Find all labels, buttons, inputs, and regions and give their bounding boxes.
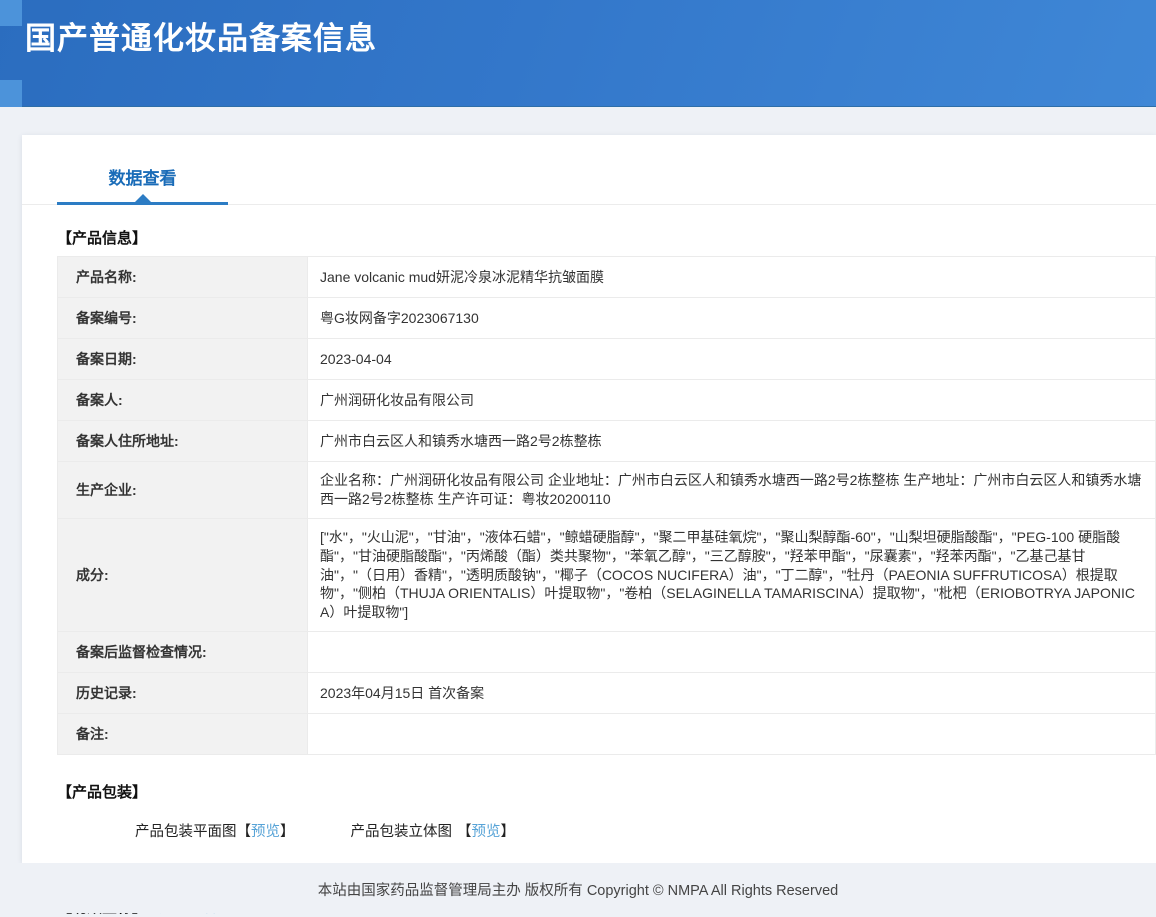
content-card: 数据查看 【产品信息】 产品名称: Jane volcanic mud妍泥冷泉冰… <box>22 135 1156 863</box>
table-row: 备案编号: 粤G妆网备字2023067130 <box>58 298 1156 339</box>
row-value: Jane volcanic mud妍泥冷泉冰泥精华抗皱面膜 <box>308 257 1156 298</box>
row-value: 广州市白云区人和镇秀水塘西一路2号2栋整栋 <box>308 421 1156 462</box>
row-label: 生产企业: <box>58 462 308 519</box>
header-decor-square-bottom <box>0 80 22 107</box>
product-info-table: 产品名称: Jane volcanic mud妍泥冷泉冰泥精华抗皱面膜 备案编号… <box>57 256 1156 755</box>
row-label: 备案后监督检查情况: <box>58 632 308 673</box>
row-value: 企业名称：广州润研化妆品有限公司 企业地址：广州市白云区人和镇秀水塘西一路2号2… <box>308 462 1156 519</box>
bracket-open: 【 <box>237 824 252 840</box>
table-row: 历史记录: 2023年04月15日 首次备案 <box>58 673 1156 714</box>
table-row: 备案人: 广州润研化妆品有限公司 <box>58 380 1156 421</box>
row-value: ["水"，"火山泥"，"甘油"，"液体石蜡"，"鲸蜡硬脂醇"，"聚二甲基硅氧烷"… <box>308 518 1156 631</box>
table-row: 备案人住所地址: 广州市白云区人和镇秀水塘西一路2号2栋整栋 <box>58 421 1156 462</box>
header-decor-square-top <box>0 0 22 26</box>
row-value <box>308 714 1156 755</box>
table-row: 生产企业: 企业名称：广州润研化妆品有限公司 企业地址：广州市白云区人和镇秀水塘… <box>58 462 1156 519</box>
row-label: 备注: <box>58 714 308 755</box>
row-value: 粤G妆网备字2023067130 <box>308 298 1156 339</box>
row-value: 2023-04-04 <box>308 339 1156 380</box>
bracket-close: 】 <box>280 824 295 840</box>
row-label: 产品名称: <box>58 257 308 298</box>
row-label: 成分: <box>58 518 308 631</box>
row-label: 备案人住所地址: <box>58 421 308 462</box>
bracket-open: 【 <box>457 824 472 840</box>
table-row: 成分: ["水"，"火山泥"，"甘油"，"液体石蜡"，"鲸蜡硬脂醇"，"聚二甲基… <box>58 518 1156 631</box>
table-row: 备案后监督检查情况: <box>58 632 1156 673</box>
table-row: 备注: <box>58 714 1156 755</box>
row-label: 备案编号: <box>58 298 308 339</box>
row-label: 备案日期: <box>58 339 308 380</box>
table-row: 备案日期: 2023-04-04 <box>58 339 1156 380</box>
tab-data-view[interactable]: 数据查看 <box>57 164 228 205</box>
row-value: 2023年04月15日 首次备案 <box>308 673 1156 714</box>
page-header: 国产普通化妆品备案信息 <box>0 0 1156 107</box>
bracket-close: 】 <box>501 824 516 840</box>
row-value: 广州润研化妆品有限公司 <box>308 380 1156 421</box>
stereo-image-preview-link[interactable]: 预览 <box>472 824 501 840</box>
tabs-bar: 数据查看 <box>22 135 1156 205</box>
table-row: 产品名称: Jane volcanic mud妍泥冷泉冰泥精华抗皱面膜 <box>58 257 1156 298</box>
footer: 本站由国家药品监督管理局主办 版权所有 Copyright © NMPA All… <box>0 863 1156 913</box>
packaging-row: 产品包装平面图【预览】产品包装立体图【预览】 <box>135 820 1156 841</box>
row-label: 历史记录: <box>58 673 308 714</box>
page-title: 国产普通化妆品备案信息 <box>0 0 1156 58</box>
copyright-text: 本站由国家药品监督管理局主办 版权所有 Copyright © NMPA All… <box>318 883 838 899</box>
section-title-packaging: 【产品包装】 <box>57 781 1156 802</box>
stereo-image-label: 产品包装立体图 <box>351 824 453 840</box>
section-title-product-info: 【产品信息】 <box>57 227 1156 248</box>
row-label: 备案人: <box>58 380 308 421</box>
row-value <box>308 632 1156 673</box>
flat-image-preview-link[interactable]: 预览 <box>251 824 280 840</box>
flat-image-label: 产品包装平面图 <box>135 824 237 840</box>
